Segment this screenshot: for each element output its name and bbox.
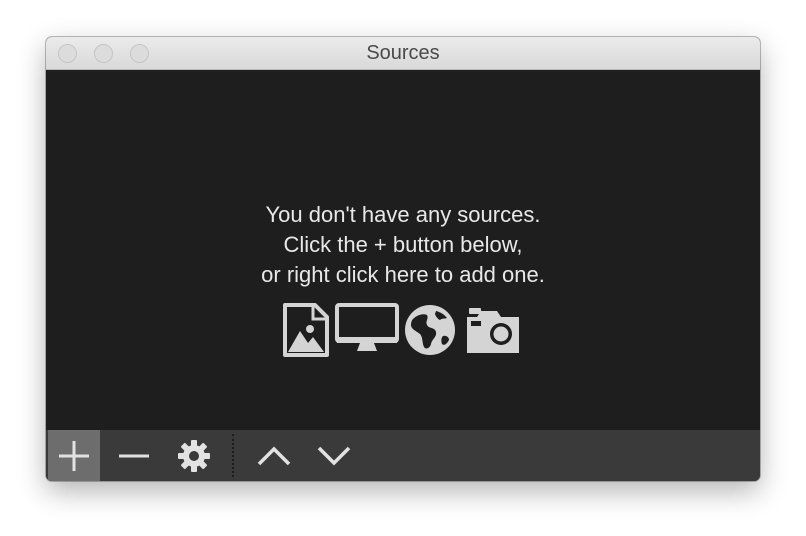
move-source-down-button[interactable] xyxy=(308,430,360,481)
empty-state-line-3: or right click here to add one. xyxy=(261,262,545,287)
chevron-down-icon xyxy=(317,446,351,465)
globe-icon xyxy=(405,305,455,355)
display-icon xyxy=(335,303,399,351)
add-source-button[interactable] xyxy=(48,430,100,481)
source-type-icons xyxy=(283,303,523,359)
image-icon xyxy=(283,303,329,357)
gear-icon xyxy=(178,439,210,472)
move-source-up-button[interactable] xyxy=(248,430,300,481)
empty-state-message: You don't have any sources. Click the + … xyxy=(46,200,760,290)
empty-state-line-1: You don't have any sources. xyxy=(265,202,541,227)
remove-source-button[interactable] xyxy=(108,430,160,481)
chevron-up-icon xyxy=(257,446,291,465)
add-icon xyxy=(59,440,89,471)
camera-icon xyxy=(467,308,519,353)
window-title: Sources xyxy=(366,42,440,64)
sources-toolbar xyxy=(46,430,760,481)
source-properties-button[interactable] xyxy=(168,430,220,481)
sources-list[interactable]: You don't have any sources. Click the + … xyxy=(46,70,760,430)
remove-icon xyxy=(119,454,149,457)
title-bar[interactable]: Sources xyxy=(46,37,760,70)
toolbar-separator xyxy=(232,434,234,477)
empty-state-line-2: Click the + button below, xyxy=(283,232,523,257)
sources-window: Sources You don't have any sources. Clic… xyxy=(46,37,760,481)
